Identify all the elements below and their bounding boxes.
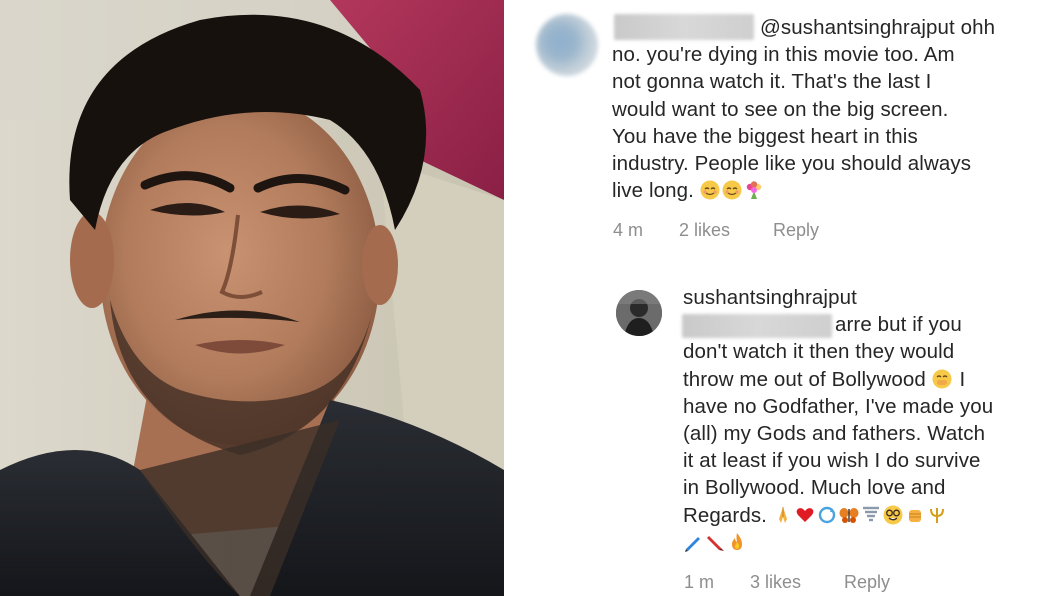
comment-2-likes[interactable]: 3 likes bbox=[750, 572, 844, 593]
blurred-mention bbox=[682, 314, 832, 338]
comment-1-reply-button[interactable]: Reply bbox=[773, 220, 819, 241]
comment-1-time: 4 m bbox=[613, 220, 644, 240]
comment-2-reply-button[interactable]: Reply bbox=[844, 572, 890, 593]
blush-emoji-icon bbox=[722, 180, 742, 200]
comment-1-meta: 4 m 2 likes Reply bbox=[613, 220, 819, 241]
face-hand-over-mouth-emoji-icon bbox=[932, 369, 952, 389]
pen-emoji-icon bbox=[685, 536, 700, 552]
commenter-avatar[interactable] bbox=[536, 14, 598, 76]
arrows-cycle-emoji-icon bbox=[818, 506, 835, 523]
user-avatar-icon bbox=[616, 290, 662, 336]
butterfly-emoji-icon bbox=[839, 507, 859, 523]
comment-1-line: industry. People like you should always bbox=[612, 152, 972, 176]
comment-1-likes[interactable]: 2 likes bbox=[679, 220, 773, 241]
blush-emoji-icon bbox=[700, 180, 720, 200]
comment-1-line: not gonna watch it. That's the last I bbox=[612, 70, 932, 94]
comment-2-line1: arre but if you bbox=[835, 313, 962, 337]
mention-link[interactable]: @sushantsinghrajput bbox=[760, 16, 955, 39]
comment-2-line: Regards. bbox=[683, 503, 767, 527]
portrait-illustration bbox=[0, 0, 504, 596]
tornado-emoji-icon bbox=[862, 506, 879, 521]
comment-2-line: in Bollywood. Much love and bbox=[683, 476, 946, 500]
comment-1-line: live long. bbox=[612, 179, 694, 203]
profile-photo bbox=[0, 0, 504, 596]
bouquet-emoji-icon bbox=[746, 181, 761, 200]
fire-emoji-icon bbox=[732, 532, 742, 550]
raised-fist-emoji-icon bbox=[908, 509, 921, 522]
comment-1-line: no. you're dying in this movie too. Am bbox=[612, 43, 955, 67]
comments-panel: @sushantsinghrajput ohh no. you're dying… bbox=[512, 0, 1041, 596]
comment-1-body: @sushantsinghrajput ohh no. you're dying… bbox=[612, 14, 1032, 204]
comment-2-line: (all) my Gods and fathers. Watch bbox=[683, 422, 986, 446]
comment-1-line: You have the biggest heart in this bbox=[612, 124, 918, 148]
comment-2-line: have no Godfather, I've made you bbox=[683, 394, 994, 418]
red-heart-emoji-icon bbox=[796, 507, 814, 522]
comment-1-line1: ohh bbox=[954, 16, 996, 39]
comment-2-line: throw me out of Bollywood bbox=[683, 367, 926, 391]
comment-2-time: 1 m bbox=[684, 572, 715, 592]
trident-emoji-icon bbox=[929, 507, 944, 523]
comment-1-line: would want to see on the big screen. bbox=[612, 97, 949, 121]
comment-2-line: it at least if you wish I do survive bbox=[683, 449, 981, 473]
comment-2-line: don't watch it then they would bbox=[683, 340, 955, 364]
nerd-face-emoji-icon bbox=[883, 505, 903, 525]
sushant-avatar[interactable] bbox=[616, 290, 662, 336]
folded-hands-emoji-icon bbox=[778, 506, 787, 523]
comment-2-line: I bbox=[959, 367, 966, 391]
crayon-emoji-icon bbox=[707, 535, 724, 551]
divider bbox=[504, 0, 512, 596]
comment-2-meta: 1 m 3 likes Reply bbox=[684, 572, 890, 593]
reply-username[interactable]: sushantsinghrajput bbox=[683, 284, 1033, 311]
